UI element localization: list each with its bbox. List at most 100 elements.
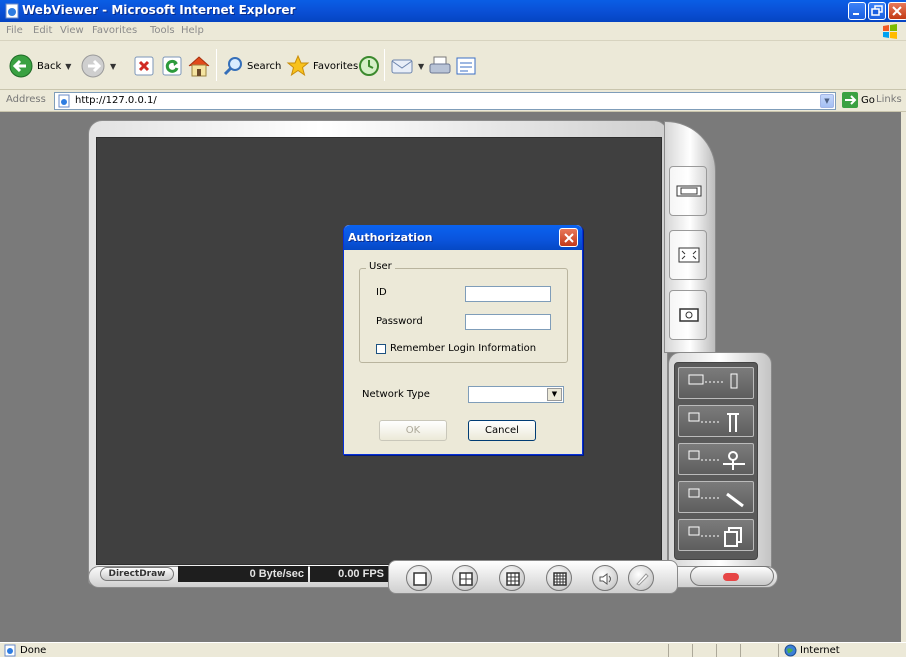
speaker-icon	[599, 573, 611, 585]
home-button[interactable]	[186, 51, 212, 81]
address-url: http://127.0.0.1/	[75, 95, 157, 106]
address-input[interactable]: http://127.0.0.1/ ▼	[54, 92, 836, 110]
favorites-star-icon	[286, 54, 310, 77]
dialog-close-button[interactable]	[559, 228, 578, 247]
go-arrow-icon	[842, 92, 858, 108]
ptz-icon	[688, 450, 745, 470]
menu-tools[interactable]: Tools	[150, 25, 175, 36]
copy-windows-icon	[688, 526, 742, 547]
close-icon	[892, 6, 902, 16]
pencil-icon	[636, 573, 649, 586]
layout-9-button[interactable]	[499, 565, 525, 591]
audio-button[interactable]	[592, 565, 618, 591]
stop-icon	[134, 56, 154, 76]
mail-button[interactable]: ▼	[390, 51, 424, 81]
menu-bar: File Edit View Favorites Tools Help	[0, 22, 906, 41]
edit-document-icon	[456, 57, 476, 75]
status-bar: Done Internet	[0, 642, 906, 657]
back-dropdown-icon[interactable]: ▼	[65, 62, 71, 71]
forward-button[interactable]: ▼	[80, 51, 116, 81]
fullscreen-button[interactable]	[669, 230, 707, 280]
page-done-icon	[4, 644, 16, 657]
record-settings-button[interactable]	[678, 481, 754, 513]
layout-settings-button[interactable]	[678, 519, 754, 551]
internet-globe-icon	[784, 644, 797, 657]
edit-button[interactable]	[454, 51, 478, 81]
windows-logo-icon	[883, 24, 897, 39]
fullscreen-icon	[678, 247, 700, 263]
layout-4-button[interactable]	[452, 565, 478, 591]
remember-login-checkbox[interactable]	[376, 344, 386, 354]
minimize-button[interactable]	[848, 2, 866, 20]
address-dropdown-icon[interactable]: ▼	[820, 94, 834, 108]
favorites-label: Favorites	[313, 60, 359, 72]
security-zone-text: Internet	[800, 645, 840, 656]
user-group-label: User	[366, 261, 395, 272]
menu-edit[interactable]: Edit	[33, 25, 52, 36]
ok-button[interactable]: OK	[379, 420, 447, 441]
standard-toolbar: Back ▼ ▼ Search Favorites ▼	[0, 41, 906, 90]
window-titlebar[interactable]: WebViewer - Microsoft Internet Explorer	[0, 0, 906, 22]
id-input[interactable]	[465, 286, 551, 302]
print-button[interactable]	[428, 51, 452, 81]
minimize-icon	[853, 13, 859, 15]
id-label: ID	[376, 287, 387, 298]
capture-button[interactable]	[669, 290, 707, 340]
layout-16-button[interactable]	[546, 565, 572, 591]
back-arrow-icon	[9, 54, 33, 78]
close-window-button[interactable]	[888, 2, 906, 20]
render-mode-button[interactable]: DirectDraw	[100, 567, 174, 581]
status-divider	[716, 644, 717, 657]
address-label: Address	[6, 94, 46, 105]
ptz-settings-button[interactable]	[678, 443, 754, 475]
bitrate-display: 0 Byte/sec	[178, 566, 308, 582]
favorites-button[interactable]: Favorites	[286, 51, 358, 81]
refresh-icon	[162, 56, 182, 76]
camera-link-icon	[688, 373, 738, 389]
stop-button[interactable]	[132, 51, 156, 81]
remember-login-label[interactable]: Remember Login Information	[390, 343, 536, 354]
search-label: Search	[247, 60, 282, 72]
status-divider	[778, 644, 779, 657]
single-view-icon	[413, 572, 427, 586]
close-icon	[564, 233, 574, 243]
setup-tools-button[interactable]	[678, 405, 754, 437]
quad-view-icon	[459, 572, 473, 586]
menu-help[interactable]: Help	[181, 25, 204, 36]
search-button[interactable]: Search	[222, 51, 281, 81]
links-button[interactable]: Links	[876, 94, 902, 105]
menu-favorites[interactable]: Favorites	[92, 25, 137, 36]
history-button[interactable]	[357, 51, 381, 81]
address-bar: Address http://127.0.0.1/ ▼ Go Links	[0, 90, 906, 112]
password-input[interactable]	[465, 314, 551, 330]
network-type-label: Network Type	[362, 389, 430, 400]
record-indicator-icon	[723, 573, 739, 581]
chevron-down-icon[interactable]: ▼	[547, 388, 562, 401]
layout-1-button[interactable]	[406, 565, 432, 591]
restore-button[interactable]	[868, 2, 886, 20]
ie-page-icon	[5, 3, 19, 19]
camera-view-icon	[676, 185, 702, 197]
connection-settings-button[interactable]	[678, 367, 754, 399]
pen-tool-button[interactable]	[628, 565, 654, 591]
mail-dropdown-icon[interactable]: ▼	[418, 62, 424, 71]
menu-file[interactable]: File	[6, 25, 23, 36]
capture-icon	[679, 308, 699, 322]
dialog-title: Authorization	[348, 231, 433, 244]
go-button[interactable]: Go	[842, 92, 875, 108]
refresh-button[interactable]	[160, 51, 184, 81]
status-divider	[668, 644, 669, 657]
print-icon	[429, 56, 451, 74]
cancel-button[interactable]: Cancel	[468, 420, 536, 441]
menu-view[interactable]: View	[60, 25, 84, 36]
forward-dropdown-icon[interactable]: ▼	[110, 62, 116, 71]
network-type-select[interactable]: ▼	[468, 386, 564, 403]
home-icon	[188, 56, 210, 77]
go-label: Go	[861, 94, 875, 106]
status-text: Done	[20, 645, 47, 656]
back-button[interactable]: Back ▼	[8, 51, 71, 81]
dialog-titlebar[interactable]: Authorization	[344, 225, 582, 250]
record-button[interactable]	[690, 566, 774, 586]
vertical-scrollbar[interactable]	[901, 112, 906, 642]
camera-view-button[interactable]	[669, 166, 707, 216]
